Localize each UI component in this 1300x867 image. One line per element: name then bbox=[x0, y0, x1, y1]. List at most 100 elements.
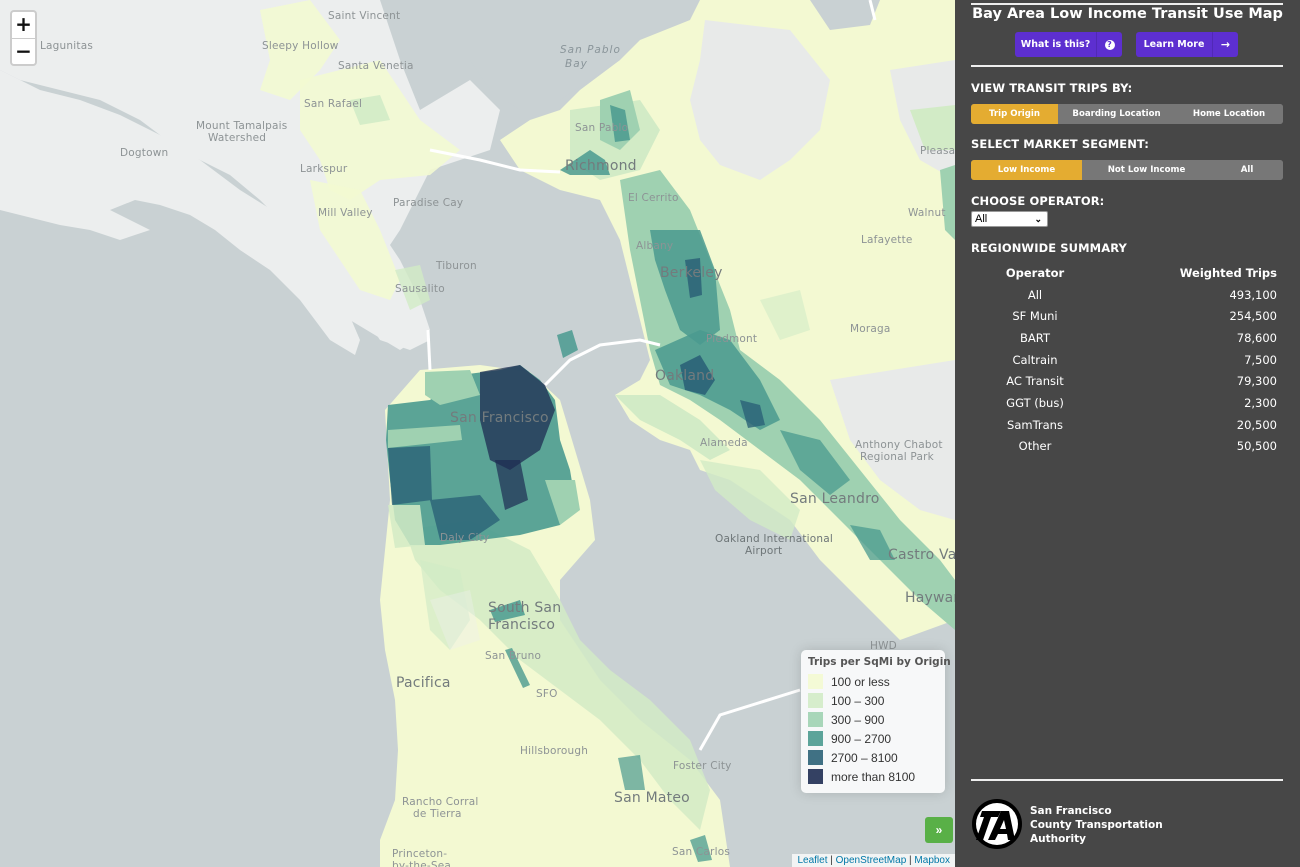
place-label: San Pablo bbox=[560, 44, 621, 56]
bridge-san-mateo bbox=[698, 688, 801, 751]
legend-label: 900 – 2700 bbox=[831, 731, 892, 746]
weighted-trips-value: 493,100 bbox=[1229, 287, 1277, 302]
operator-name: BART bbox=[1020, 330, 1050, 345]
sidebar: Bay Area Low Income Transit Use Map What… bbox=[955, 0, 1300, 867]
weighted-trips-value: 20,500 bbox=[1236, 417, 1277, 432]
place-label: Hayward bbox=[905, 590, 955, 606]
place-label: Hillsborough bbox=[520, 745, 589, 757]
segment-option-all[interactable]: All bbox=[1211, 160, 1283, 180]
operator-select[interactable]: All ⌄ bbox=[971, 211, 1048, 227]
legend-item: 900 – 2700 bbox=[808, 729, 938, 748]
weighted-trips-value: 254,500 bbox=[1229, 309, 1277, 324]
place-label: Pacifica bbox=[396, 675, 451, 691]
place-label: SFO bbox=[536, 688, 558, 700]
view-option-trip-origin[interactable]: Trip Origin bbox=[971, 104, 1058, 124]
place-label: Castro Valley bbox=[888, 547, 955, 563]
legend-item: 2700 – 8100 bbox=[808, 748, 938, 767]
operator-name: GGT (bus) bbox=[1006, 395, 1064, 410]
mapbox-link[interactable]: Mapbox bbox=[914, 855, 950, 866]
legend-label: 2700 – 8100 bbox=[831, 750, 898, 765]
learn-more-label: Learn More bbox=[1143, 39, 1205, 50]
zoom-in-button[interactable]: + bbox=[12, 12, 35, 38]
place-label: Regional Park bbox=[860, 451, 934, 463]
area-sf-westdark bbox=[388, 446, 432, 505]
place-label: San Bruno bbox=[485, 650, 542, 662]
summary-row: All 493,100 bbox=[971, 284, 1283, 306]
view-option-boarding-location[interactable]: Boarding Location bbox=[1058, 104, 1175, 124]
place-label: Walnut bbox=[908, 207, 946, 219]
place-label: Francisco bbox=[488, 617, 556, 633]
place-label: Mill Valley bbox=[318, 207, 373, 219]
place-label: El Cerrito bbox=[628, 192, 679, 204]
place-label: Foster City bbox=[673, 760, 732, 772]
summary-row: BART 78,600 bbox=[971, 327, 1283, 349]
org-name-line: County Transportation bbox=[1030, 819, 1163, 831]
place-label: Anthony Chabot bbox=[855, 439, 943, 451]
place-label: San Francisco bbox=[450, 410, 549, 426]
summary-row: SF Muni 254,500 bbox=[971, 305, 1283, 327]
summary-heading: REGIONWIDE SUMMARY bbox=[971, 241, 1127, 255]
weighted-trips-value: 2,300 bbox=[1244, 395, 1277, 410]
place-label: Larkspur bbox=[300, 163, 348, 175]
learn-more-button[interactable]: Learn More → bbox=[1136, 32, 1238, 57]
operator-name: Other bbox=[1018, 439, 1052, 454]
operator-heading: CHOOSE OPERATOR: bbox=[971, 194, 1105, 208]
summary-row: AC Transit 79,300 bbox=[971, 370, 1283, 392]
place-label: South San bbox=[488, 600, 562, 616]
org-name-line: San Francisco bbox=[1030, 805, 1112, 817]
arrow-right-icon: → bbox=[1212, 32, 1238, 57]
area-treasure-island bbox=[557, 330, 578, 358]
place-label: San Carlos bbox=[672, 846, 730, 858]
operator-name: SamTrans bbox=[1007, 417, 1063, 432]
summary-row: Caltrain 7,500 bbox=[971, 349, 1283, 371]
what-is-this-button[interactable]: What is this? ? bbox=[1015, 32, 1122, 57]
place-label: Lagunitas bbox=[40, 40, 93, 52]
place-label: San Mateo bbox=[614, 790, 690, 806]
summary-row: Other 50,500 bbox=[971, 436, 1283, 458]
summary-row: GGT (bus) 2,300 bbox=[971, 392, 1283, 414]
place-label: Bay bbox=[565, 58, 588, 70]
weighted-trips-value: 79,300 bbox=[1236, 374, 1277, 389]
legend-title: Trips per SqMi by Origin bbox=[808, 656, 951, 668]
market-segment-toggle: Low Income Not Low Income All bbox=[971, 160, 1283, 180]
place-label: Rancho Corral bbox=[402, 796, 479, 808]
place-label: Tiburon bbox=[436, 260, 477, 272]
column-header-operator: Operator bbox=[1005, 265, 1065, 280]
place-label: Princeton- bbox=[392, 848, 448, 860]
place-label: Watershed bbox=[208, 132, 267, 144]
place-label: Richmond bbox=[565, 158, 637, 174]
zoom-out-button[interactable]: − bbox=[12, 38, 35, 64]
legend-swatch bbox=[808, 674, 823, 689]
legend-item: 300 – 900 bbox=[808, 710, 938, 729]
legend-label: 100 or less bbox=[831, 674, 890, 689]
openstreetmap-link[interactable]: OpenStreetMap bbox=[836, 855, 907, 866]
segment-option-not-low-income[interactable]: Not Low Income bbox=[1082, 160, 1211, 180]
legend-item: 100 – 300 bbox=[808, 691, 938, 710]
leaflet-link[interactable]: Leaflet bbox=[797, 855, 827, 866]
weighted-trips-value: 50,500 bbox=[1236, 439, 1277, 454]
map-canvas[interactable]: Saint Vincent Lagunitas Sleepy Hollow Santa… bbox=[0, 0, 955, 867]
place-label: Dogtown bbox=[120, 147, 169, 159]
legend-item: more than 8100 bbox=[808, 767, 938, 786]
weighted-trips-value: 7,500 bbox=[1244, 352, 1277, 367]
panel-toggle-button[interactable]: » bbox=[925, 817, 953, 843]
legend-swatch bbox=[808, 693, 823, 708]
place-label: Moraga bbox=[850, 323, 891, 335]
place-label: Mount Tamalpais bbox=[196, 120, 288, 132]
place-label: Daly City bbox=[440, 532, 490, 544]
legend-swatch bbox=[808, 712, 823, 727]
view-trips-heading: VIEW TRANSIT TRIPS BY: bbox=[971, 81, 1133, 95]
segment-option-low-income[interactable]: Low Income bbox=[971, 160, 1082, 180]
operator-name: SF Muni bbox=[1012, 309, 1058, 324]
legend-swatch bbox=[808, 750, 823, 765]
place-label: Oakland International bbox=[715, 533, 834, 545]
place-label: San Leandro bbox=[790, 491, 880, 507]
bridge-golden-gate bbox=[426, 329, 432, 371]
map-legend: Trips per SqMi by Origin 100 or less 100 … bbox=[801, 650, 951, 793]
place-label: Albany bbox=[636, 240, 674, 252]
operator-name: AC Transit bbox=[1006, 374, 1064, 389]
divider bbox=[971, 779, 1283, 781]
organization-name: San Francisco County Transportation Auth… bbox=[1030, 804, 1163, 846]
view-option-home-location[interactable]: Home Location bbox=[1175, 104, 1283, 124]
summary-table: Operator Weighted Trips All 493,100 SF Mun… bbox=[971, 262, 1283, 457]
